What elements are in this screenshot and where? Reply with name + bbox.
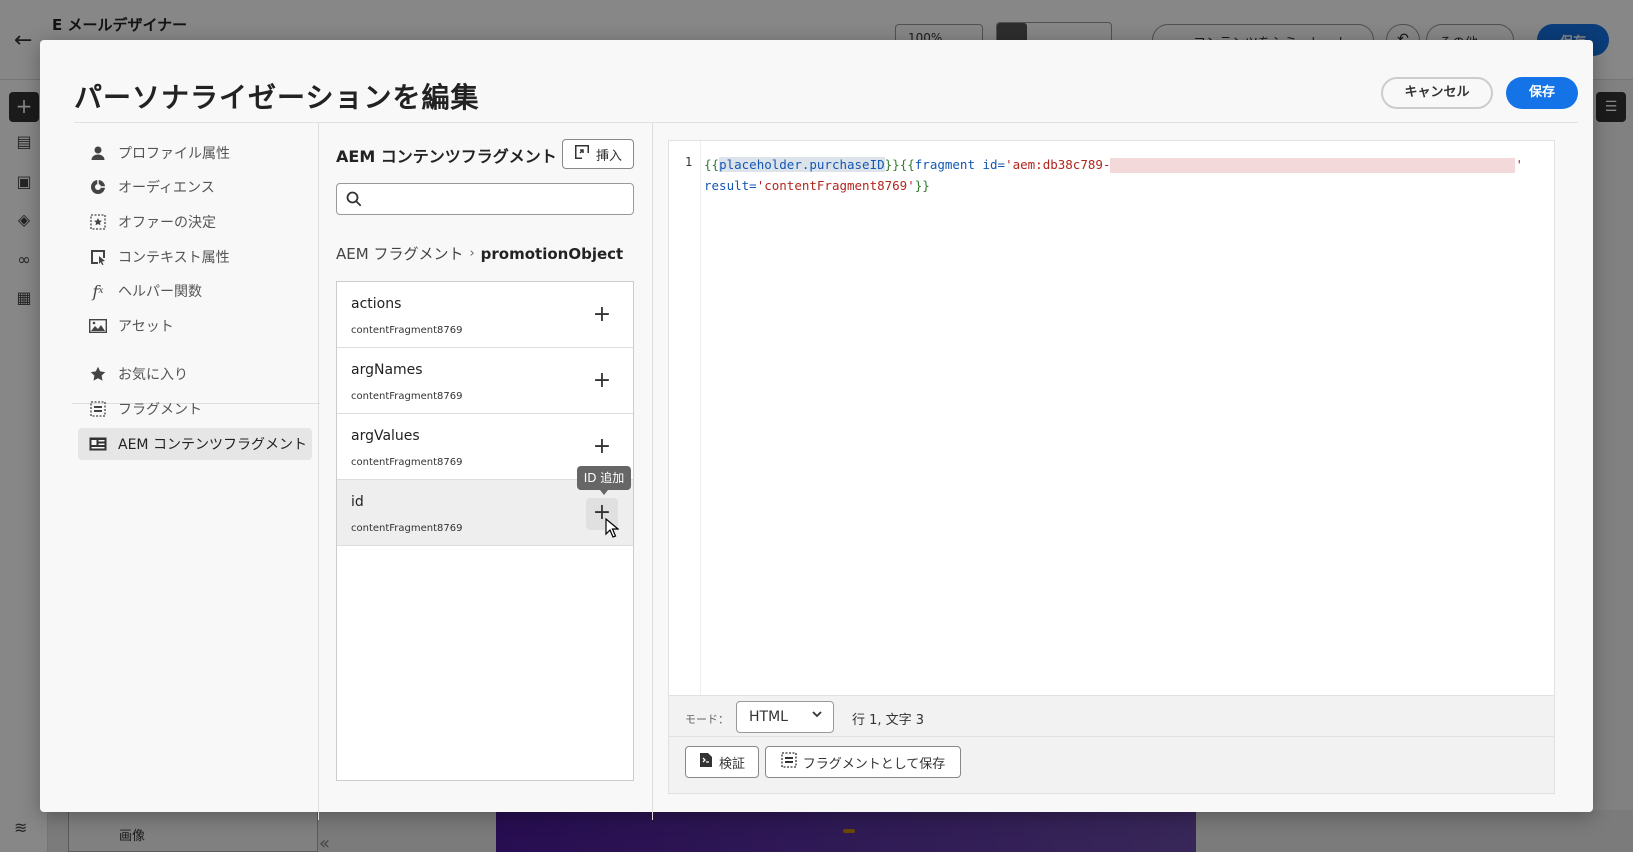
code-token: result= [704, 178, 757, 193]
code-token: fragment id= [914, 157, 1006, 172]
code-token: {{ [899, 157, 915, 172]
nav-label: フラグメント [118, 402, 202, 418]
add-field-button[interactable]: + [586, 366, 618, 398]
nav-label: オーディエンス [118, 180, 215, 196]
search-input[interactable] [336, 183, 634, 215]
nav-fragments[interactable]: フラグメント [78, 393, 312, 425]
add-field-button[interactable]: + [586, 432, 618, 464]
mouse-cursor-icon [605, 517, 620, 542]
mode-select[interactable]: HTML [736, 701, 834, 733]
field-source: contentFragment8769 [351, 523, 463, 534]
field-name: id [351, 494, 364, 510]
insert-icon [574, 144, 590, 164]
image-icon [84, 319, 112, 333]
code-token: }} [914, 178, 930, 193]
code-token: 'aem:db38c789- [1005, 157, 1111, 172]
nav-divider-vertical [318, 123, 319, 820]
nav-label: AEM コンテンツフラグメント [118, 437, 307, 453]
person-icon [84, 145, 112, 161]
nav-assets[interactable]: アセット [78, 310, 312, 342]
code-token: ' [1515, 157, 1523, 172]
save-button[interactable]: 保存 [1506, 77, 1578, 109]
nav-profile-attributes[interactable]: プロファイル属性 [78, 137, 312, 169]
footer-divider [669, 736, 1554, 737]
field-name: actions [351, 296, 402, 312]
middle-divider-vertical [652, 123, 653, 820]
nav-label: プロファイル属性 [118, 146, 230, 162]
validate-label: 検証 [718, 756, 745, 772]
cursor-position: 行 1, 文字 3 [852, 713, 925, 728]
nav-audiences[interactable]: オーディエンス [78, 171, 312, 203]
offer-decision-icon [84, 214, 112, 230]
mode-label: モード： [685, 713, 729, 726]
nav-aem-content-fragments[interactable]: AEM コンテンツフラグメント [78, 428, 312, 460]
validate-icon [699, 752, 713, 772]
code-token: 'contentFragment8769' [756, 178, 915, 193]
insert-button[interactable]: 挿入 [562, 139, 634, 169]
star-icon [84, 366, 112, 382]
code-editor[interactable]: 1 {{placeholder.purchaseID}}{{fragment i… [668, 140, 1555, 794]
context-icon [84, 249, 112, 265]
nav-label: アセット [118, 319, 174, 335]
nav-label: ヘルパー関数 [118, 284, 202, 300]
code-token: }} [884, 157, 900, 172]
fragment-icon [84, 401, 112, 417]
add-field-button[interactable]: + [586, 300, 618, 332]
list-item[interactable]: argNames contentFragment8769 + [337, 348, 633, 414]
nav-favorites[interactable]: お気に入り [78, 358, 312, 390]
edit-personalization-dialog: パーソナライゼーションを編集 キャンセル 保存 プロファイル属性 オーディエンス… [40, 40, 1593, 852]
breadcrumb: AEM フラグメント › promotionObject [336, 243, 623, 264]
nav-label: オファーの決定 [118, 215, 216, 231]
editor-footer: モード： HTML 行 1, 文字 3 検証 フラグメントとして保存 [669, 695, 1554, 793]
nav-offer-decisions[interactable]: オファーの決定 [78, 206, 312, 238]
breadcrumb-current: promotionObject [480, 244, 624, 263]
dialog-title: パーソナライゼーションを編集 [74, 81, 480, 114]
code-content[interactable]: {{placeholder.purchaseID}}{{fragment id=… [704, 154, 1523, 196]
field-name: argValues [351, 428, 420, 444]
aem-fragment-icon [84, 437, 112, 451]
save-as-fragment-label: フラグメントとして保存 [802, 756, 946, 772]
fragment-icon [781, 752, 797, 772]
code-token: {{ [704, 157, 720, 172]
chevron-right-icon: › [469, 246, 475, 261]
nav-label: お気に入り [118, 367, 188, 383]
collapse-panel-icon[interactable]: « [319, 833, 330, 852]
field-name: argNames [351, 362, 423, 378]
cancel-button[interactable]: キャンセル [1381, 77, 1493, 109]
breadcrumb-root[interactable]: AEM フラグメント [336, 243, 463, 264]
code-token-selected: placeholder.purchaseID [719, 157, 885, 172]
nav-helper-functions[interactable]: fx ヘルパー関数 [78, 275, 312, 307]
list-item[interactable]: actions contentFragment8769 + [337, 282, 633, 348]
line-number: 1 [685, 155, 693, 169]
nav-label: コンテキスト属性 [118, 250, 230, 266]
category-nav: プロファイル属性 オーディエンス オファーの決定 コンテキスト属性 fx ヘルパ… [72, 123, 330, 852]
field-source: contentFragment8769 [351, 457, 463, 468]
validate-button[interactable]: 検証 [685, 746, 759, 778]
redacted-value [1110, 158, 1516, 173]
search-icon [346, 191, 362, 211]
chevron-down-icon [811, 708, 823, 723]
nav-contextual-attributes[interactable]: コンテキスト属性 [78, 241, 312, 273]
function-icon: fx [92, 281, 104, 301]
field-source: contentFragment8769 [351, 325, 463, 336]
insert-label: 挿入 [595, 148, 622, 164]
fragment-panel-title: AEM コンテンツフラグメント [336, 147, 557, 166]
line-gutter: 1 [669, 141, 701, 695]
mode-value: HTML [749, 709, 788, 725]
add-id-tooltip: ID 追加 [577, 466, 631, 495]
field-source: contentFragment8769 [351, 391, 463, 402]
fragment-field-list: actions contentFragment8769 + argNames c… [336, 281, 634, 781]
audience-icon [84, 179, 112, 195]
save-as-fragment-button[interactable]: フラグメントとして保存 [765, 746, 961, 778]
